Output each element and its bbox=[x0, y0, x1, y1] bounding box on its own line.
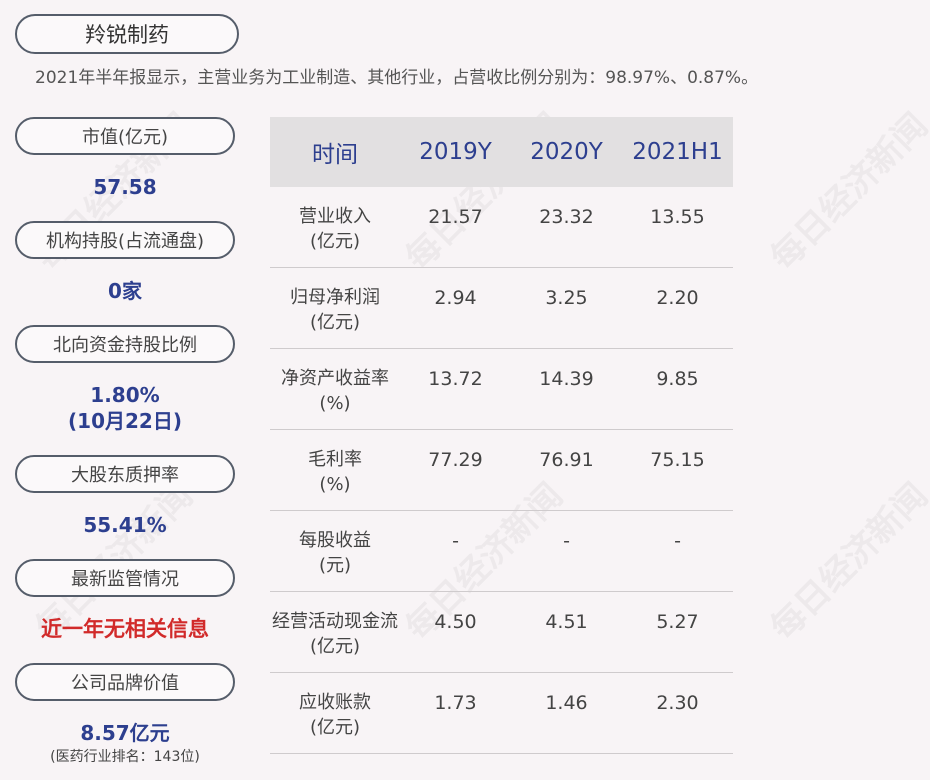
metric-unit: (亿元) bbox=[309, 636, 361, 657]
financial-table: 时间 2019Y 2020Y 2021H1 营业收入 (亿元) 21.57 23.32… bbox=[270, 117, 733, 754]
header-2021h1: 2021H1 bbox=[632, 139, 723, 165]
table-row: 每股收益 (元) - - - bbox=[270, 511, 733, 592]
regulation-value: 近一年无相关信息 bbox=[41, 617, 209, 641]
table-cell: 23.32 bbox=[539, 206, 594, 228]
summary-text: 2021年半年报显示，主营业务为工业制造、其他行业，占营收比例分别为：98.97… bbox=[35, 68, 759, 88]
table-cell: 4.51 bbox=[545, 611, 588, 633]
table-body: 营业收入 (亿元) 21.57 23.32 13.55 归母净利润 (亿元) 2.94 3.25… bbox=[270, 187, 733, 754]
table-cell: 2.94 bbox=[434, 287, 477, 309]
header-2020: 2020Y bbox=[530, 139, 603, 165]
market-cap-value: 57.58 bbox=[93, 175, 157, 199]
metric-unit: (亿元) bbox=[309, 312, 361, 333]
table-row: 归母净利润 (亿元) 2.94 3.25 2.20 bbox=[270, 268, 733, 349]
metric-unit: (亿元) bbox=[309, 717, 361, 738]
metric-name: 净资产收益率 bbox=[281, 368, 389, 389]
table-cell: 75.15 bbox=[650, 449, 705, 471]
table-cell: 21.57 bbox=[428, 206, 483, 228]
table-cell: 5.27 bbox=[656, 611, 699, 633]
pledge-ratio-label: 大股东质押率 bbox=[15, 455, 235, 493]
watermark: 每日经济新闻 bbox=[763, 475, 930, 649]
header-time: 时间 bbox=[312, 142, 358, 168]
company-title: 羚锐制药 bbox=[15, 14, 239, 54]
table-cell: 1.73 bbox=[434, 692, 477, 714]
metric-name: 经营活动现金流 bbox=[272, 611, 398, 632]
table-cell: 2.30 bbox=[656, 692, 699, 714]
metric-unit: (%) bbox=[319, 393, 351, 414]
table-cell: 13.55 bbox=[650, 206, 705, 228]
table-cell: 2.20 bbox=[656, 287, 699, 309]
table-cell: 9.85 bbox=[656, 368, 699, 390]
metric-name: 毛利率 bbox=[308, 449, 362, 470]
row-label: 营业收入 (亿元) bbox=[270, 187, 400, 254]
brand-value-label: 公司品牌价值 bbox=[15, 663, 235, 701]
table-cell: 13.72 bbox=[428, 368, 483, 390]
row-label: 经营活动现金流 (亿元) bbox=[270, 592, 400, 659]
table-cell: 4.50 bbox=[434, 611, 477, 633]
watermark: 每日经济新闻 bbox=[763, 105, 930, 279]
table-cell: - bbox=[452, 530, 459, 552]
market-cap-label: 市值(亿元) bbox=[15, 117, 235, 155]
table-header: 时间 2019Y 2020Y 2021H1 bbox=[270, 117, 733, 187]
regulation-label: 最新监管情况 bbox=[15, 559, 235, 597]
table-cell: - bbox=[674, 530, 681, 552]
metric-unit: (%) bbox=[319, 474, 351, 495]
pledge-ratio-value: 55.41% bbox=[83, 513, 167, 537]
metric-name: 应收账款 bbox=[299, 692, 371, 713]
institution-holding-label: 机构持股(占流通盘) bbox=[15, 221, 235, 259]
table-row: 营业收入 (亿元) 21.57 23.32 13.55 bbox=[270, 187, 733, 268]
table-row: 净资产收益率 (%) 13.72 14.39 9.85 bbox=[270, 349, 733, 430]
brand-value-value: 8.57亿元 bbox=[80, 721, 170, 745]
metric-name: 营业收入 bbox=[299, 206, 371, 227]
row-label: 每股收益 (元) bbox=[270, 511, 400, 578]
table-cell: - bbox=[563, 530, 570, 552]
table-cell: 76.91 bbox=[539, 449, 594, 471]
row-label: 应收账款 (亿元) bbox=[270, 673, 400, 740]
table-row: 应收账款 (亿元) 1.73 1.46 2.30 bbox=[270, 673, 733, 754]
table-cell: 1.46 bbox=[545, 692, 588, 714]
row-label: 归母净利润 (亿元) bbox=[270, 268, 400, 335]
row-label: 毛利率 (%) bbox=[270, 430, 400, 497]
metric-name: 每股收益 bbox=[299, 530, 371, 551]
institution-holding-value: 0家 bbox=[108, 279, 142, 303]
table-row: 毛利率 (%) 77.29 76.91 75.15 bbox=[270, 430, 733, 511]
northbound-ratio-value: 1.80% bbox=[90, 383, 160, 407]
brand-rank-note: (医药行业排名：143位) bbox=[50, 749, 200, 765]
northbound-ratio-label: 北向资金持股比例 bbox=[15, 325, 235, 363]
table-cell: 3.25 bbox=[545, 287, 588, 309]
row-label: 净资产收益率 (%) bbox=[270, 349, 400, 416]
header-2019: 2019Y bbox=[419, 139, 492, 165]
table-row: 经营活动现金流 (亿元) 4.50 4.51 5.27 bbox=[270, 592, 733, 673]
northbound-ratio-date: (10月22日) bbox=[68, 409, 182, 433]
table-cell: 14.39 bbox=[539, 368, 594, 390]
metric-name: 归母净利润 bbox=[290, 287, 380, 308]
table-cell: 77.29 bbox=[428, 449, 483, 471]
metric-unit: (亿元) bbox=[309, 231, 361, 252]
metric-unit: (元) bbox=[318, 555, 352, 576]
